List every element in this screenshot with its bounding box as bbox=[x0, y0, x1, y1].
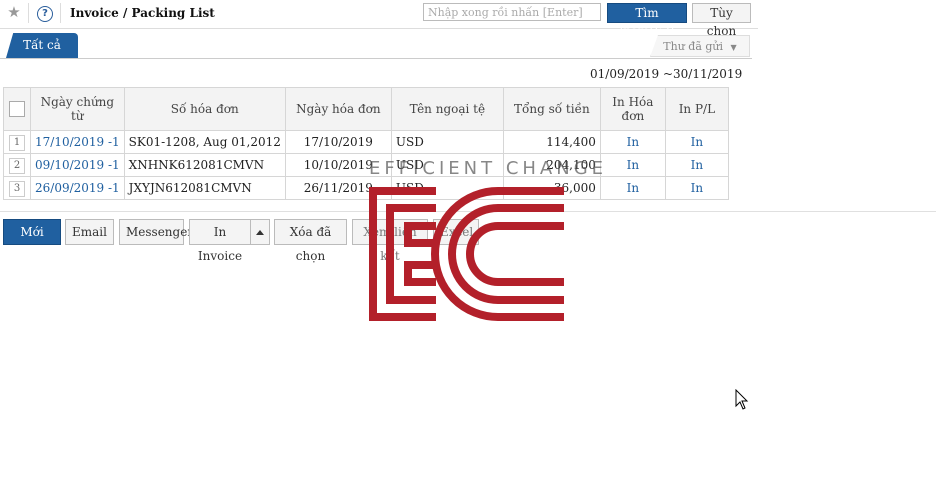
divider bbox=[60, 3, 61, 23]
chevron-up-icon[interactable] bbox=[250, 219, 270, 245]
currency: USD bbox=[390, 130, 504, 154]
column-header[interactable]: In P/L bbox=[664, 87, 729, 131]
column-header[interactable]: In Hóa đơn bbox=[599, 87, 666, 131]
tab-sent-mail[interactable]: Thư đã gửi ▼ bbox=[650, 35, 750, 57]
email-button[interactable]: Email bbox=[65, 219, 114, 245]
doc-date-link[interactable]: 09/10/2019 -1 bbox=[30, 153, 125, 177]
select-all-checkbox[interactable] bbox=[9, 101, 25, 117]
mouse-cursor-icon bbox=[735, 389, 749, 410]
invoice-number: XNHNK612081CMVN bbox=[123, 153, 286, 177]
table-row: 1 17/10/2019 -1 SK01-1208, Aug 01,2012 1… bbox=[3, 130, 729, 154]
star-icon[interactable]: ★ bbox=[6, 4, 22, 20]
print-pl-link[interactable]: In bbox=[664, 176, 729, 200]
options-button[interactable]: Tùy chọn bbox=[692, 3, 751, 38]
invoice-number: JXYJN612081CMVN bbox=[123, 176, 286, 200]
doc-date-link[interactable]: 17/10/2019 -1 bbox=[30, 130, 125, 154]
column-header[interactable]: Ngày hóa đơn bbox=[284, 87, 392, 131]
chevron-down-icon: ▼ bbox=[730, 43, 737, 52]
column-header[interactable]: Ngày chứng từ bbox=[30, 87, 125, 131]
print-pl-link[interactable]: In bbox=[664, 153, 729, 177]
search-input[interactable] bbox=[423, 3, 601, 21]
divider bbox=[28, 3, 29, 23]
new-button[interactable]: Mới (F2) bbox=[3, 219, 61, 263]
ec-logo bbox=[369, 187, 564, 321]
tab-bar: Tất cả Thư đã gửi ▼ bbox=[0, 32, 752, 59]
invoice-date: 17/10/2019 bbox=[284, 130, 392, 154]
tab-sent-mail-label: Thư đã gửi bbox=[663, 40, 724, 53]
column-header[interactable]: Tên ngoại tệ bbox=[390, 87, 504, 131]
table-row: 2 09/10/2019 -1 XNHNK612081CMVN 10/10/20… bbox=[3, 153, 729, 177]
select-all-header bbox=[3, 87, 31, 131]
tab-all[interactable]: Tất cả bbox=[6, 33, 78, 58]
print-invoice-link[interactable]: In bbox=[599, 153, 666, 177]
print-invoice-button[interactable]: In Invoice bbox=[189, 219, 251, 263]
date-range: 01/09/2019 ~30/11/2019 bbox=[590, 67, 743, 81]
help-icon[interactable]: ? bbox=[37, 6, 53, 22]
table-row: 3 26/09/2019 -1 JXYJN612081CMVN 26/11/20… bbox=[3, 176, 729, 200]
total-amount: 114,400 bbox=[502, 130, 601, 154]
watermark-text: EFFICIENT CHANGE bbox=[369, 158, 608, 179]
search-button[interactable]: Tìm kiếm(F3) bbox=[607, 3, 687, 38]
page-title: Invoice / Packing List bbox=[70, 6, 215, 20]
invoice-number: SK01-1208, Aug 01,2012 bbox=[123, 130, 286, 154]
delete-selected-button[interactable]: Xóa đã chọn bbox=[274, 219, 347, 263]
print-invoice-link[interactable]: In bbox=[599, 130, 666, 154]
row-number-cell: 2 bbox=[3, 153, 31, 177]
row-number[interactable]: 3 bbox=[9, 180, 25, 197]
row-number[interactable]: 1 bbox=[9, 134, 25, 151]
top-bar: ★ ? Invoice / Packing List Tìm kiếm(F3) … bbox=[0, 0, 758, 38]
column-header[interactable]: Số hóa đơn bbox=[123, 87, 286, 131]
print-invoice-link[interactable]: In bbox=[599, 176, 666, 200]
row-number-cell: 3 bbox=[3, 176, 31, 200]
messenger-button[interactable]: Messenger bbox=[119, 219, 193, 245]
column-header[interactable]: Tổng số tiền bbox=[502, 87, 601, 131]
doc-date-link[interactable]: 26/09/2019 -1 bbox=[30, 176, 125, 200]
print-pl-link[interactable]: In bbox=[664, 130, 729, 154]
row-number-cell: 1 bbox=[3, 130, 31, 154]
invoice-table: Ngày chứng từ Số hóa đơn Ngày hóa đơn Tê… bbox=[3, 87, 729, 200]
row-number[interactable]: 2 bbox=[9, 157, 25, 174]
